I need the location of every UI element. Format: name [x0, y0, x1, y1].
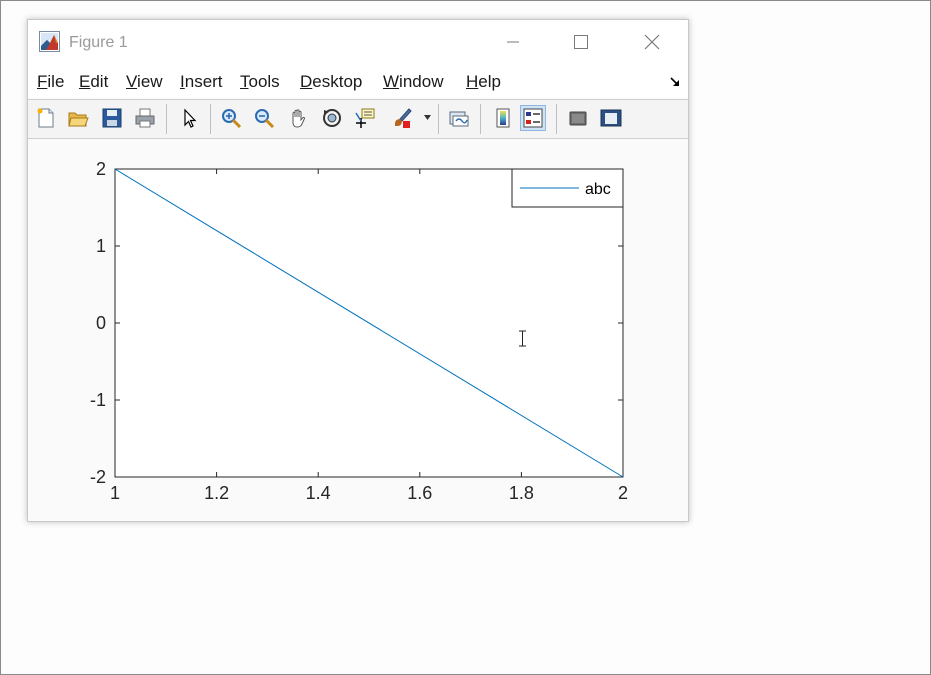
open-file-button[interactable]	[65, 105, 91, 131]
menu-view-accel: V	[126, 72, 138, 91]
colorbar-button[interactable]	[490, 105, 516, 131]
figure-window: Figure 1 File Edit View Insert Tools Des…	[27, 19, 689, 522]
title-bar[interactable]: Figure 1	[28, 20, 688, 64]
brush-icon	[395, 108, 412, 128]
menu-tools[interactable]: Tools	[240, 72, 280, 92]
new-figure-button[interactable]	[33, 105, 59, 131]
close-icon	[644, 34, 660, 50]
print-icon	[135, 108, 155, 128]
new-figure-icon	[37, 108, 54, 128]
window-title: Figure 1	[69, 34, 128, 51]
x-tick-label: 1.4	[306, 483, 331, 503]
text-cursor-icon	[519, 330, 526, 347]
menu-insert[interactable]: Insert	[180, 72, 223, 92]
data-cursor-icon	[355, 108, 375, 128]
y-tick-label: 0	[96, 313, 106, 333]
zoom-in-icon	[222, 109, 242, 129]
menu-desktop-accel: D	[300, 72, 313, 91]
menu-window-accel: W	[383, 72, 400, 91]
menu-help-label: elp	[478, 72, 501, 91]
dock-arrow-icon[interactable]	[669, 76, 681, 88]
menu-edit-label: dit	[90, 72, 109, 91]
maximize-icon	[574, 35, 588, 49]
figure-toolbar	[28, 99, 688, 139]
menu-file-label: ile	[47, 72, 65, 91]
menu-bar: File Edit View Insert Tools Desktop Wind…	[28, 64, 688, 98]
menu-window[interactable]: Window	[383, 72, 443, 92]
save-icon	[102, 108, 122, 128]
link-plot-icon	[449, 111, 469, 127]
hide-plot-tools-icon	[569, 111, 587, 126]
maximize-button[interactable]	[558, 20, 604, 64]
matlab-icon	[39, 31, 60, 52]
x-tick-label: 2	[618, 483, 628, 503]
print-button[interactable]	[132, 105, 158, 131]
edit-plot-button[interactable]	[176, 105, 202, 131]
close-button[interactable]	[629, 20, 675, 64]
link-plot-button[interactable]	[446, 105, 472, 131]
menu-file-accel: F	[37, 72, 48, 91]
rotate-3d-icon	[323, 109, 341, 127]
x-tick-label: 1.8	[509, 483, 534, 503]
menu-window-label: indow	[399, 72, 444, 91]
hide-plot-tools-button[interactable]	[565, 105, 591, 131]
y-tick-label: -2	[90, 467, 106, 487]
x-tick-label: 1.2	[204, 483, 229, 503]
show-plot-tools-icon	[600, 109, 622, 127]
menu-tools-label: ools	[248, 72, 280, 91]
figure-canvas[interactable]: 1 1.2 1.4 1.6 1.8 2 -2 -1 0 1 2 abc	[28, 139, 688, 521]
y-tick-label: 1	[96, 236, 106, 256]
save-button[interactable]	[99, 105, 125, 131]
menu-edit[interactable]: Edit	[79, 72, 108, 92]
brush-dropdown-icon[interactable]	[424, 115, 431, 120]
axes[interactable]: 1 1.2 1.4 1.6 1.8 2 -2 -1 0 1 2 abc	[28, 139, 688, 521]
x-tick-label: 1	[110, 483, 120, 503]
zoom-out-icon	[255, 109, 275, 129]
menu-help-accel: H	[466, 72, 479, 91]
menu-file[interactable]: File	[37, 72, 64, 92]
legend-button[interactable]	[520, 105, 546, 131]
pan-button[interactable]	[285, 105, 311, 131]
zoom-out-button[interactable]	[251, 105, 277, 131]
menu-insert-label: nsert	[184, 72, 223, 91]
legend-icon	[523, 108, 543, 128]
y-tick-label: -1	[90, 390, 106, 410]
rotate-3d-button[interactable]	[319, 105, 345, 131]
menu-tools-accel: T	[240, 72, 249, 91]
menu-view[interactable]: View	[126, 72, 163, 92]
x-tick-label: 1.6	[407, 483, 432, 503]
menu-desktop[interactable]: Desktop	[300, 72, 362, 92]
legend-label: abc	[585, 181, 611, 198]
menu-help[interactable]: Help	[466, 72, 501, 92]
minimize-icon	[507, 41, 519, 43]
open-file-icon	[68, 112, 89, 127]
menu-desktop-label: esktop	[312, 72, 363, 91]
brush-button[interactable]	[389, 105, 415, 131]
pan-hand-icon	[292, 109, 306, 128]
menu-view-label: iew	[137, 72, 163, 91]
y-tick-label: 2	[96, 159, 106, 179]
data-cursor-button[interactable]	[352, 105, 378, 131]
minimize-button[interactable]	[490, 20, 536, 64]
edit-plot-arrow-icon	[184, 108, 197, 128]
show-plot-tools-button[interactable]	[598, 105, 624, 131]
menu-edit-accel: E	[79, 72, 91, 91]
zoom-in-button[interactable]	[218, 105, 244, 131]
colorbar-icon	[496, 108, 510, 128]
